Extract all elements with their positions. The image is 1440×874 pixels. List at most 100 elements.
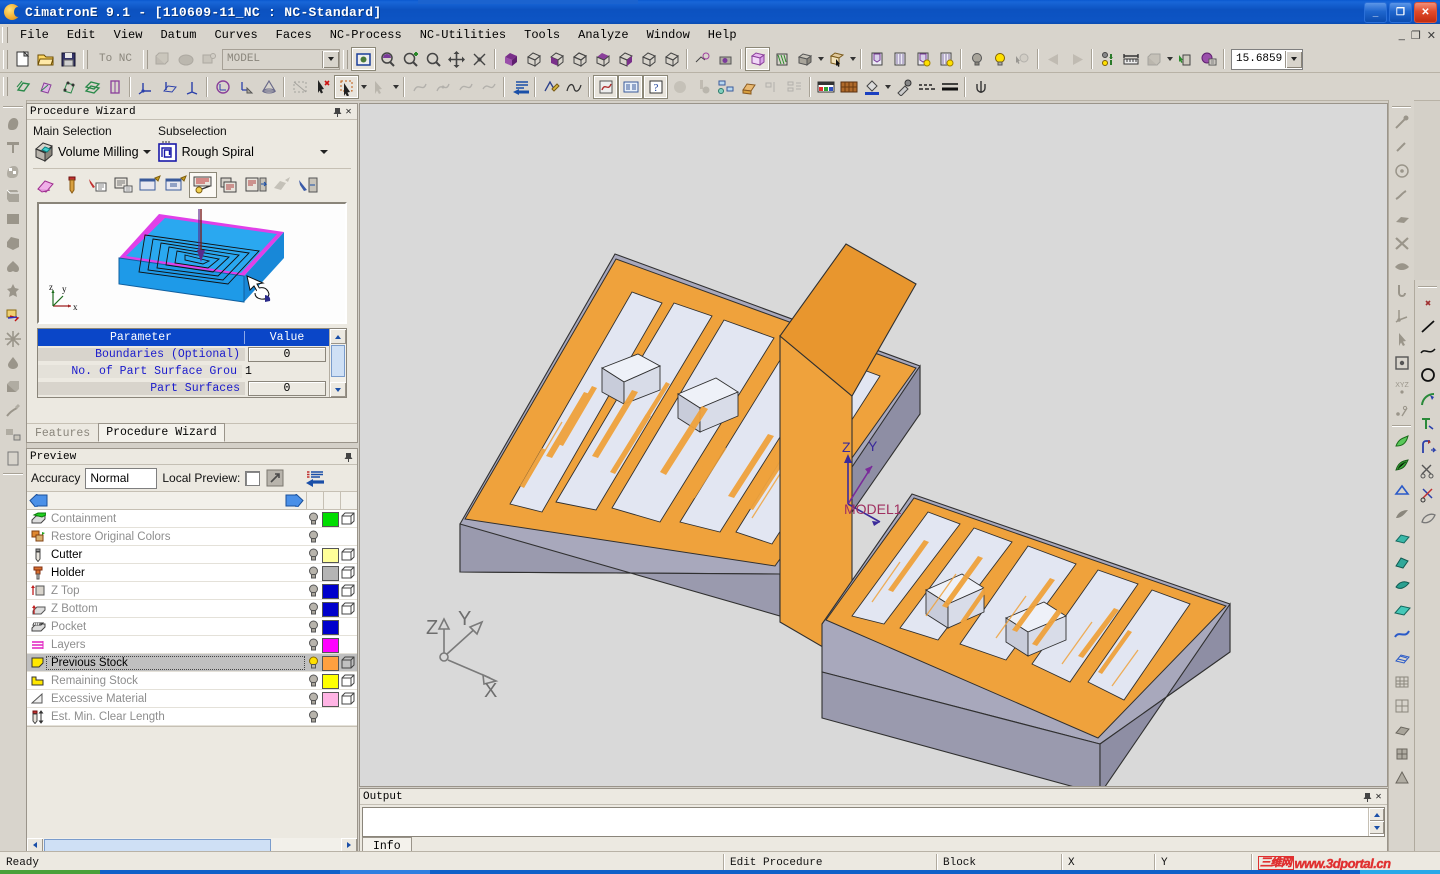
preview-list-item[interactable]: Pocket (27, 618, 357, 636)
page-icon[interactable] (2, 447, 25, 470)
line-style-icon[interactable] (915, 76, 938, 98)
layer4-icon[interactable] (934, 48, 957, 70)
param-value-cell[interactable]: 0 (245, 381, 329, 396)
ucs-plane-icon[interactable] (157, 76, 180, 98)
render-mode-cube-icon[interactable] (340, 547, 357, 562)
ribbon-icon[interactable] (1390, 207, 1413, 230)
render-mode-cube-icon[interactable] (340, 655, 357, 670)
table-row[interactable]: No. of Part Surface Grou 1 (38, 363, 329, 380)
surface-icon[interactable] (174, 48, 197, 70)
stock-icon[interactable] (1142, 48, 1165, 70)
point-small-icon[interactable] (1416, 291, 1439, 314)
circle-ucs-icon[interactable] (211, 76, 234, 98)
mesh-quad-icon[interactable] (1390, 742, 1413, 765)
curve1-icon[interactable] (408, 76, 431, 98)
bulb-off-icon[interactable] (304, 566, 322, 580)
cross-icon[interactable] (1390, 231, 1413, 254)
output-text-area[interactable] (362, 807, 1385, 837)
circle-dot-icon[interactable] (1390, 159, 1413, 182)
zoom-icon[interactable] (422, 48, 445, 70)
output-scroll-down[interactable] (1369, 821, 1384, 834)
rotate-icon[interactable] (468, 48, 491, 70)
wrap-icon[interactable] (1416, 507, 1439, 530)
view-left-icon[interactable] (660, 48, 683, 70)
pin-line-icon[interactable] (1390, 111, 1413, 134)
attach-icon[interactable] (234, 76, 257, 98)
to-nc-button[interactable]: To NC (91, 50, 140, 69)
preview-list-item[interactable]: Previous Stock (27, 654, 357, 672)
cone-icon[interactable] (257, 76, 280, 98)
sweep-icon[interactable] (1390, 255, 1413, 278)
menu-window[interactable]: Window (638, 26, 699, 44)
mesh-tri-icon[interactable] (1390, 766, 1413, 789)
tool-edit-icon[interactable] (85, 173, 111, 197)
eraser-icon[interactable] (33, 173, 59, 197)
menu-grip[interactable] (2, 27, 8, 43)
toolbar2-grip-1[interactable] (3, 77, 8, 96)
box-dot-icon[interactable] (1390, 351, 1413, 374)
zoom-in-region-icon[interactable] (399, 48, 422, 70)
grey-shade-icon[interactable] (793, 48, 816, 70)
bulb-off-icon[interactable] (304, 584, 322, 598)
circle-icon[interactable] (1416, 363, 1439, 386)
color-swatch[interactable] (322, 619, 339, 635)
offset-plane-icon[interactable] (80, 76, 103, 98)
preview-list-item[interactable]: Restore Original Colors (27, 528, 357, 546)
curve4-icon[interactable] (477, 76, 500, 98)
layer2-icon[interactable] (888, 48, 911, 70)
camera-icon[interactable] (714, 48, 737, 70)
tool-icon[interactable] (59, 173, 85, 197)
bulb-off-icon[interactable] (304, 602, 322, 616)
pick-point-icon[interactable] (1390, 327, 1413, 350)
view-iso-icon[interactable] (499, 48, 522, 70)
wizard-close-icon[interactable]: ✕ (343, 106, 354, 118)
model-combo[interactable]: MODEL (222, 48, 341, 70)
render-mode-cube-icon[interactable] (340, 565, 357, 580)
scroll-up-button[interactable] (330, 329, 346, 344)
spade-icon[interactable] (2, 255, 25, 278)
trash-icon[interactable] (1174, 48, 1197, 70)
bulb-off-icon[interactable] (965, 48, 988, 70)
output-pin-icon[interactable] (1362, 791, 1373, 803)
preview-list-item[interactable]: Layers (27, 636, 357, 654)
table-row[interactable]: Part Surfaces 0 (38, 380, 329, 397)
teal-shape-icon[interactable] (1390, 574, 1413, 597)
menu-help[interactable]: Help (699, 26, 746, 44)
tab-features[interactable]: Features (27, 424, 98, 442)
arc-icon[interactable] (1416, 387, 1439, 410)
help-query-icon[interactable]: ? (643, 74, 668, 99)
pick-cancel-icon[interactable] (311, 76, 334, 98)
scroll-down-button[interactable] (330, 382, 346, 397)
blue-fold-icon[interactable] (1390, 478, 1413, 501)
bulb-off-icon[interactable] (304, 530, 322, 544)
model-combo-arrow[interactable] (322, 50, 340, 68)
calc-toolpath-icon[interactable] (189, 172, 217, 198)
zoom-window-icon[interactable] (351, 47, 377, 71)
simulate-icon[interactable] (269, 173, 295, 197)
texture-icon[interactable] (837, 76, 860, 98)
view-right-icon[interactable] (591, 48, 614, 70)
open-folder-icon[interactable] (34, 48, 57, 70)
perp-curve-icon[interactable] (1416, 411, 1439, 434)
assembly-icon[interactable] (197, 48, 220, 70)
toolbar-grip-1[interactable] (3, 49, 8, 69)
render-mode-cube-icon[interactable] (340, 511, 357, 526)
blue-mesh-icon[interactable] (1390, 646, 1413, 669)
filter-pick-icon[interactable] (368, 76, 391, 98)
new-file-icon[interactable] (11, 48, 34, 70)
mesh-plane-icon[interactable] (1390, 718, 1413, 741)
pick-render-dropdown-arrow[interactable] (848, 48, 857, 70)
arrow-right-icon[interactable] (282, 494, 306, 507)
param-value-cell[interactable]: 0 (245, 347, 329, 362)
menu-edit[interactable]: Edit (58, 26, 105, 44)
grey-shade-dropdown-arrow[interactable] (816, 48, 825, 70)
surface-patch-icon[interactable] (34, 76, 57, 98)
scroll-track[interactable] (330, 344, 346, 382)
screen-out-icon[interactable] (137, 173, 163, 197)
small-line-icon[interactable] (1390, 135, 1413, 158)
prev-view-icon[interactable] (1042, 48, 1065, 70)
node-graph-icon[interactable] (714, 76, 737, 98)
star-solid-icon[interactable] (2, 279, 25, 302)
checker-face-icon[interactable] (2, 159, 25, 182)
main-selection-dropdown-arrow[interactable] (139, 144, 155, 160)
